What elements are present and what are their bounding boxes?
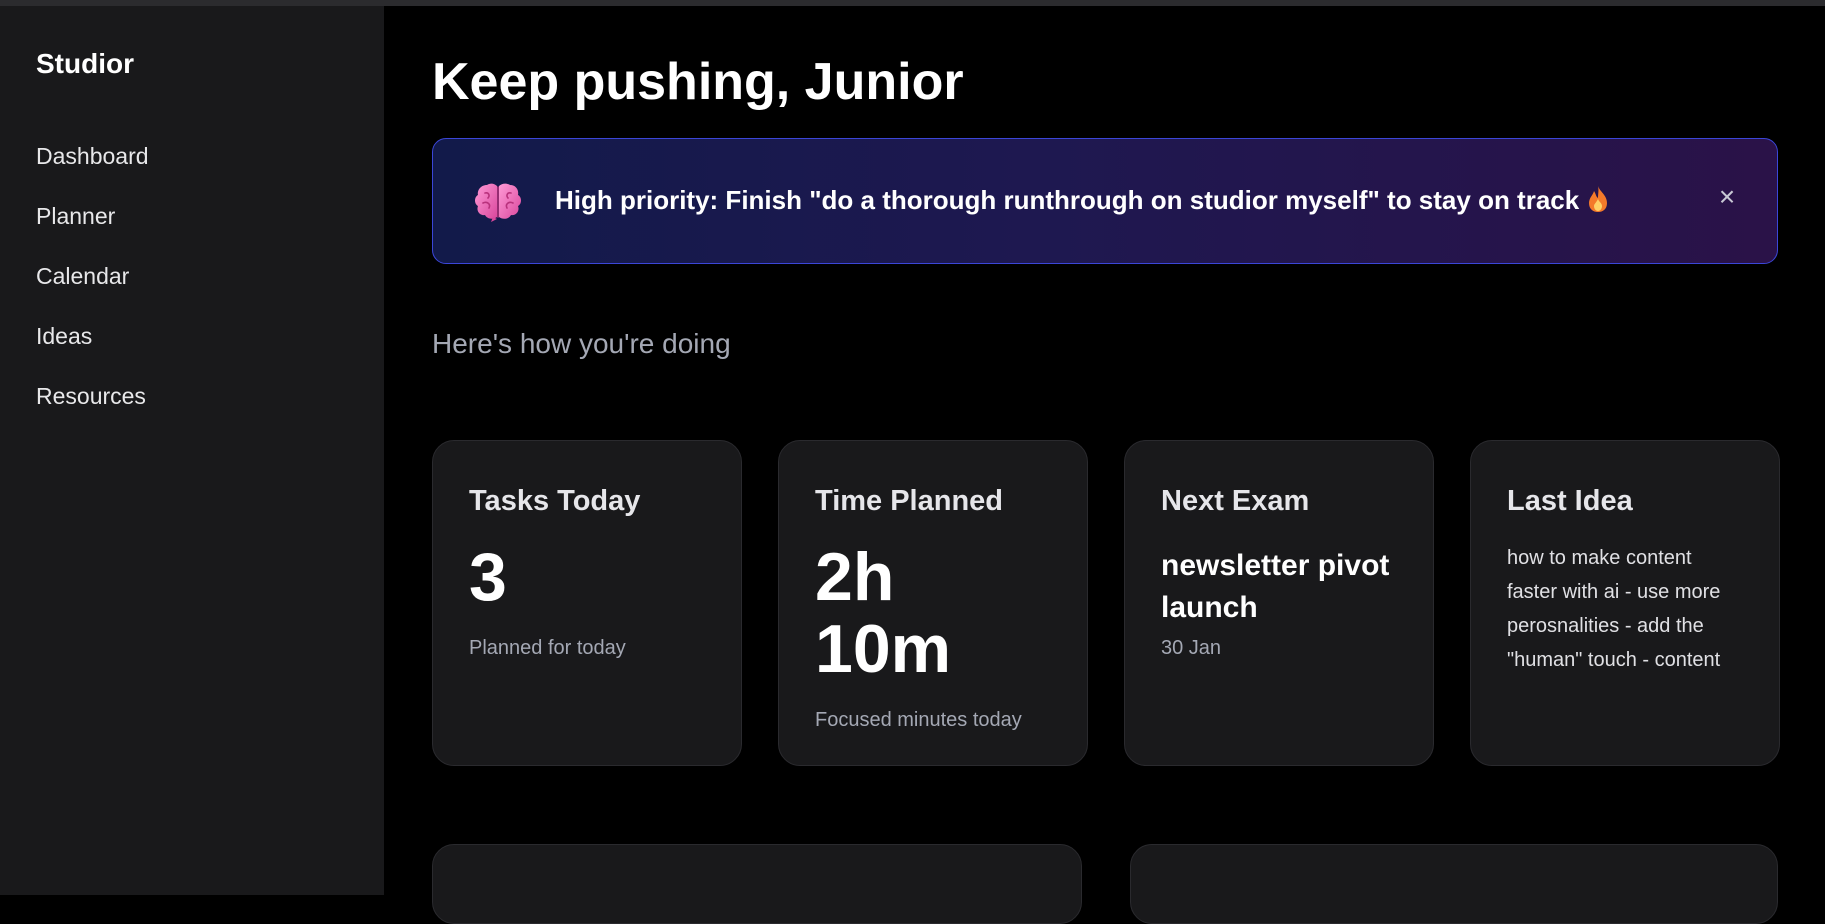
card-value: 2h 10m (815, 539, 952, 687)
bottom-panel-right (1130, 844, 1778, 924)
card-body: how to make content faster with ai - use… (1507, 547, 1721, 671)
bottom-panel-left (432, 844, 1082, 924)
priority-alert-banner: High priority: Finish "do a thorough run… (432, 138, 1778, 264)
sidebar-nav: Dashboard Planner Calendar Ideas Resourc… (36, 136, 149, 436)
sidebar-item-resources[interactable]: Resources (36, 376, 149, 436)
app-brand[interactable]: Studior (36, 48, 134, 80)
alert-text: High priority: Finish "do a thorough run… (555, 185, 1580, 215)
stat-card-last-idea[interactable]: Last Idea how to make content faster wit… (1470, 440, 1780, 766)
stat-card-next-exam[interactable]: Next Exam newsletter pivot launch 30 Jan (1124, 440, 1434, 766)
sidebar-item-planner[interactable]: Planner (36, 196, 149, 256)
sidebar-item-calendar[interactable]: Calendar (36, 256, 149, 316)
card-value: 3 (469, 539, 507, 615)
stat-card-time-planned[interactable]: Time Planned 2h 10m Focused minutes toda… (778, 440, 1088, 766)
page-title: Keep pushing, Junior (432, 53, 964, 111)
sidebar-item-dashboard[interactable]: Dashboard (36, 136, 149, 196)
brain-icon (475, 183, 521, 222)
card-title: Time Planned (815, 485, 1004, 517)
close-icon[interactable]: × (1713, 183, 1741, 211)
card-title: Tasks Today (469, 485, 641, 517)
section-subtitle: Here's how you're doing (432, 328, 731, 359)
card-value: newsletter pivot launch (1161, 549, 1390, 624)
card-title: Next Exam (1161, 485, 1310, 517)
card-caption: Planned for today (469, 637, 626, 659)
main-content: Keep pushing, Junior High priority: Fini… (384, 6, 1825, 924)
card-caption: 30 Jan (1161, 637, 1222, 659)
sidebar-item-ideas[interactable]: Ideas (36, 316, 149, 376)
card-title: Last Idea (1507, 485, 1633, 517)
sidebar: Studior Dashboard Planner Calendar Ideas… (0, 6, 384, 895)
fire-icon (1589, 186, 1608, 212)
stat-card-tasks-today[interactable]: Tasks Today 3 Planned for today (432, 440, 742, 766)
alert-message: High priority: Finish "do a thorough run… (555, 185, 1609, 216)
card-caption: Focused minutes today (815, 709, 1022, 731)
